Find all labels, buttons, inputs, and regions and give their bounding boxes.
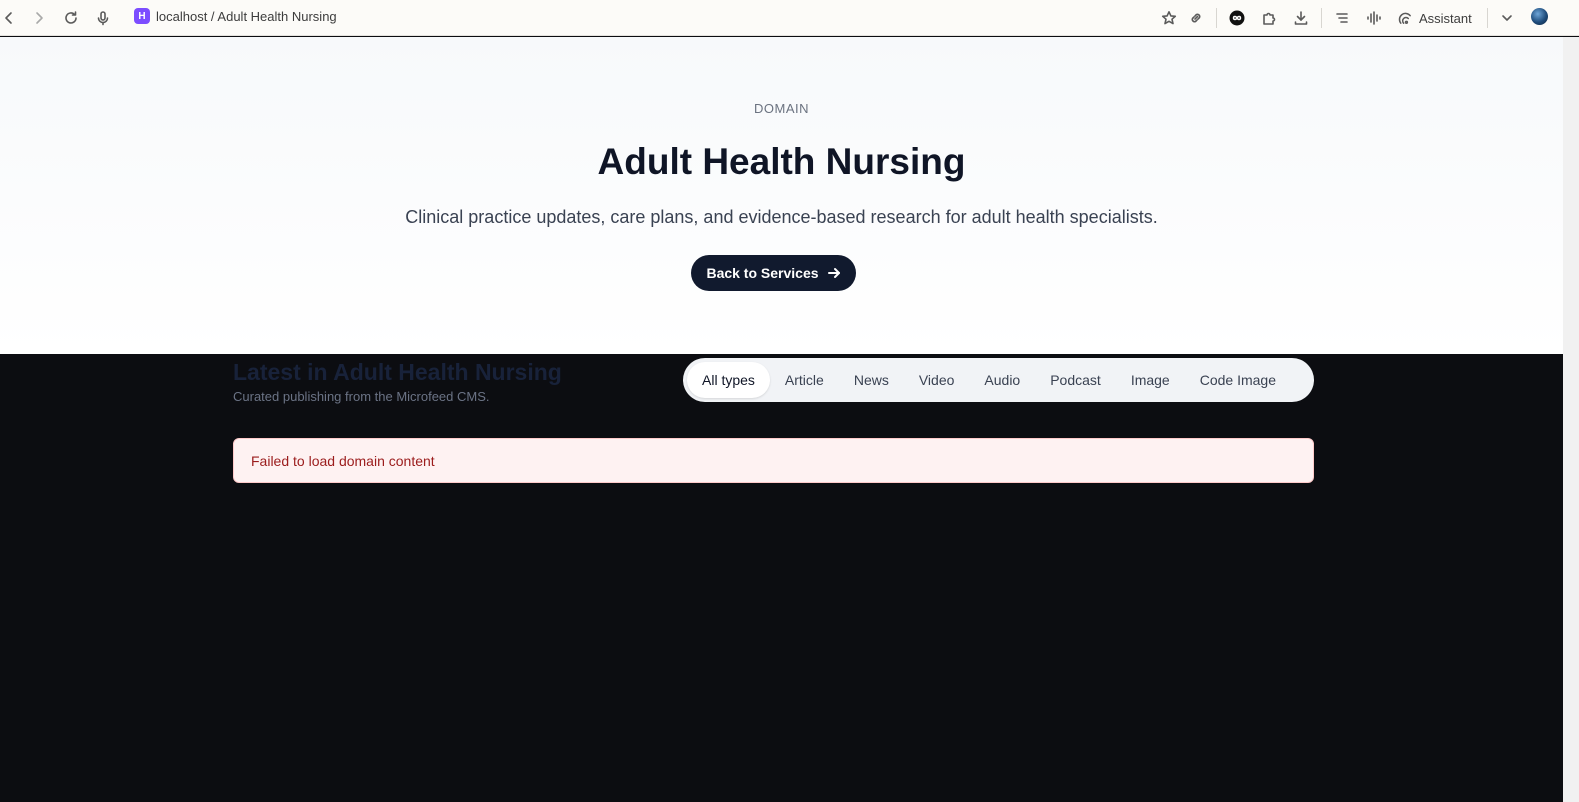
page-scrollbar[interactable] xyxy=(1563,37,1579,802)
toolbar-divider xyxy=(1216,8,1217,28)
back-to-services-button[interactable]: Back to Services xyxy=(691,255,856,291)
infinity-extension-icon[interactable] xyxy=(1223,4,1251,32)
address-bar[interactable]: localhost / Adult Health Nursing xyxy=(156,9,337,24)
filter-all-types[interactable]: All types xyxy=(687,362,770,398)
reading-list-icon[interactable] xyxy=(1328,4,1356,32)
browser-toolbar: H localhost / Adult Health Nursing Assis… xyxy=(0,0,1579,36)
bookmark-star-icon[interactable] xyxy=(1155,4,1183,32)
page-subtitle: Clinical practice updates, care plans, a… xyxy=(405,207,1158,227)
arrow-right-icon xyxy=(827,268,840,278)
domain-kicker: DOMAIN xyxy=(754,101,809,116)
assistant-button[interactable]: Assistant xyxy=(1398,6,1472,30)
microphone-icon[interactable] xyxy=(89,4,117,32)
link-icon[interactable] xyxy=(1182,4,1210,32)
back-to-services-label: Back to Services xyxy=(706,265,819,281)
content-section xyxy=(0,354,1563,802)
error-alert: Failed to load domain content xyxy=(233,438,1314,483)
toolbar-divider xyxy=(1487,8,1488,28)
section-subtitle: Curated publishing from the Microfeed CM… xyxy=(233,389,490,404)
site-favicon: H xyxy=(134,8,150,24)
filter-news[interactable]: News xyxy=(839,362,904,398)
error-message: Failed to load domain content xyxy=(251,452,435,469)
audio-waveform-icon[interactable] xyxy=(1360,4,1388,32)
profile-avatar[interactable] xyxy=(1531,8,1548,25)
extensions-puzzle-icon[interactable] xyxy=(1255,4,1283,32)
content-type-filter: All types Article News Video Audio Podca… xyxy=(683,358,1314,402)
back-icon[interactable] xyxy=(0,4,23,32)
filter-code-image[interactable]: Code Image xyxy=(1185,362,1291,398)
reload-icon[interactable] xyxy=(57,4,85,32)
assistant-icon xyxy=(1398,12,1411,24)
assistant-label: Assistant xyxy=(1419,10,1472,26)
forward-icon[interactable] xyxy=(25,4,53,32)
page-title: Adult Health Nursing xyxy=(597,141,966,182)
filter-image[interactable]: Image xyxy=(1116,362,1185,398)
filter-podcast[interactable]: Podcast xyxy=(1035,362,1116,398)
chevron-down-icon[interactable] xyxy=(1493,4,1521,32)
section-title: Latest in Adult Health Nursing xyxy=(233,359,562,385)
filter-article[interactable]: Article xyxy=(770,362,839,398)
download-icon[interactable] xyxy=(1287,4,1315,32)
toolbar-divider xyxy=(1321,8,1322,28)
filter-audio[interactable]: Audio xyxy=(969,362,1035,398)
filter-video[interactable]: Video xyxy=(904,362,970,398)
domain-hero: DOMAIN Adult Health Nursing Clinical pra… xyxy=(0,37,1563,354)
